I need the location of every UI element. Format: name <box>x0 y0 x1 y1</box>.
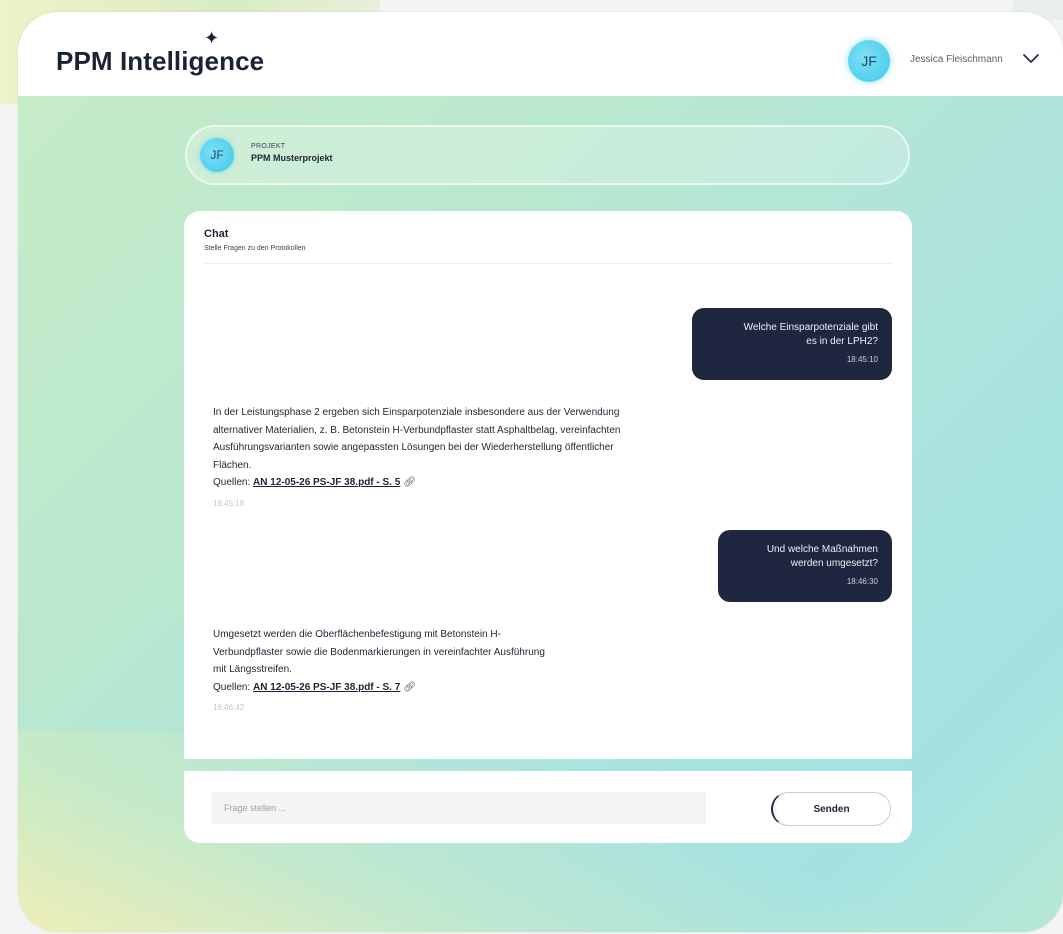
chat-divider <box>204 263 892 264</box>
message-time: 18:46:42 <box>213 703 245 712</box>
message-time: 18:45:18 <box>213 498 245 508</box>
message-text: Und welche Maßnahmen <box>766 544 878 555</box>
chat-title: Chat <box>204 228 229 240</box>
message-text: In der Leistungsphase 2 ergeben sich Ein… <box>213 407 621 471</box>
assistant-message: Umgesetzt werden die Oberflächenbefestig… <box>213 626 553 717</box>
project-initials: JF <box>210 148 224 162</box>
user-name[interactable]: Jessica Fleischmann <box>910 54 1003 65</box>
send-button[interactable]: Senden <box>771 792 891 826</box>
project-selector[interactable]: JF PROJEKT PPM Musterprojekt <box>185 125 910 185</box>
app-logo-text: PPM Intelligence <box>56 46 265 76</box>
link-icon[interactable]: 🔗︎ <box>403 477 416 488</box>
source-link[interactable]: AN 12-05-26 PS-JF 38.pdf - S. 7 <box>253 682 400 693</box>
chevron-down-icon <box>1023 54 1039 63</box>
user-message: Und welche Maßnahmen werden umgesetzt? 1… <box>718 530 892 602</box>
message-time: 18:46:30 <box>846 577 878 586</box>
message-text: Welche Einsparpotenziale gibt <box>743 322 878 333</box>
chat-panel: Chat Stelle Fragen zu den Protokollen We… <box>184 211 912 759</box>
message-text: Umgesetzt werden die Oberflächenbefestig… <box>213 629 545 675</box>
message-sources: Quellen: AN 12-05-26 PS-JF 38.pdf - S. 7… <box>213 682 416 693</box>
project-avatar: JF <box>200 138 234 172</box>
message-text: es in der LPH2? <box>806 336 878 347</box>
message-text: werden umgesetzt? <box>790 558 878 569</box>
user-menu-toggle[interactable] <box>1020 48 1042 70</box>
message-sources: Quellen: AN 12-05-26 PS-JF 38.pdf - S. 5… <box>213 477 416 488</box>
source-link[interactable]: AN 12-05-26 PS-JF 38.pdf - S. 5 <box>253 477 400 488</box>
user-initials: JF <box>861 53 877 69</box>
user-avatar[interactable]: JF <box>848 40 890 82</box>
sources-label: Quellen: <box>213 681 251 693</box>
top-bar: PPM Intelligence ✦ JF Jessica Fleischman… <box>18 12 1063 96</box>
app-window: PPM Intelligence ✦ JF Jessica Fleischman… <box>18 12 1063 932</box>
sparkle-icon: ✦ <box>204 28 220 48</box>
user-message: Welche Einsparpotenziale gibt es in der … <box>692 308 892 380</box>
link-icon[interactable]: 🔗︎ <box>403 682 416 693</box>
project-kicker: PROJEKT <box>251 143 286 150</box>
composer: Senden <box>184 771 912 843</box>
project-name: PPM Musterprojekt <box>251 153 333 163</box>
message-time: 18:45:10 <box>846 355 878 364</box>
assistant-message: In der Leistungsphase 2 ergeben sich Ein… <box>213 404 633 512</box>
sources-label: Quellen: <box>213 477 251 488</box>
question-input[interactable] <box>211 792 706 824</box>
chat-subtitle: Stelle Fragen zu den Protokollen <box>204 245 306 252</box>
app-logo[interactable]: PPM Intelligence <box>56 46 264 77</box>
